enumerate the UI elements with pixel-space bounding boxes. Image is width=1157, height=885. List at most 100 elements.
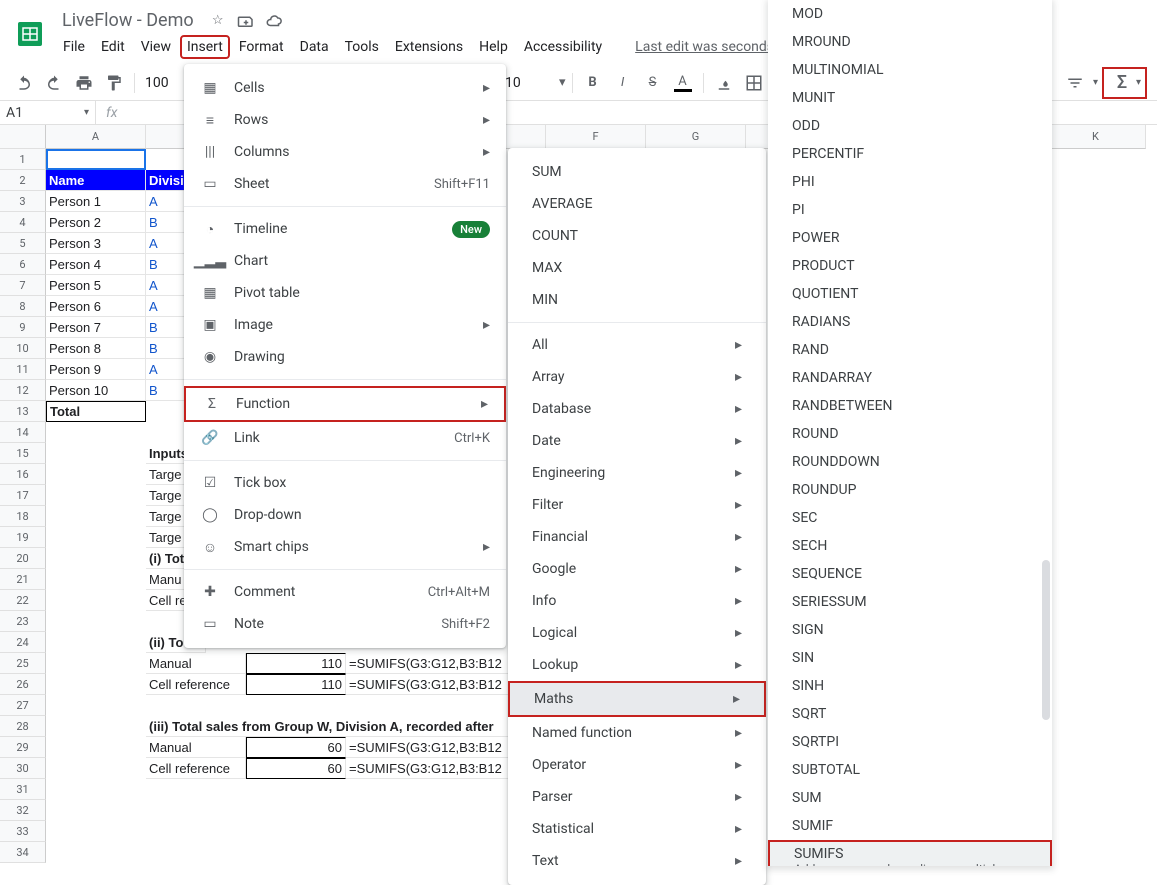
scrollbar-thumb[interactable]	[1042, 560, 1050, 720]
maths-fn-round[interactable]: ROUND	[768, 420, 1052, 448]
cell[interactable]: Person 5	[46, 275, 146, 296]
maths-fn-sqrt[interactable]: SQRT	[768, 700, 1052, 728]
row-header[interactable]: 12	[0, 380, 46, 401]
filter-button[interactable]	[1061, 69, 1089, 97]
fn-cat-date[interactable]: Date▸	[508, 425, 766, 457]
move-icon[interactable]	[236, 11, 256, 31]
fn-cat-financial[interactable]: Financial▸	[508, 521, 766, 553]
cell[interactable]: Cell reference	[146, 758, 246, 779]
insert-rows[interactable]: ≡Rows▸	[184, 104, 506, 136]
bold-button[interactable]: B	[579, 69, 607, 97]
row-header[interactable]: 28	[0, 716, 46, 737]
fn-count[interactable]: COUNT	[508, 220, 766, 252]
maths-fn-power[interactable]: POWER	[768, 224, 1052, 252]
row-header[interactable]: 15	[0, 443, 46, 464]
row-header[interactable]: 10	[0, 338, 46, 359]
maths-fn-rounddown[interactable]: ROUNDDOWN	[768, 448, 1052, 476]
maths-fn-sumif[interactable]: SUMIF	[768, 812, 1052, 840]
fn-cat-engineering[interactable]: Engineering▸	[508, 457, 766, 489]
row-header[interactable]: 20	[0, 548, 46, 569]
insert-tick-box[interactable]: ☑Tick box	[184, 467, 506, 499]
borders-button[interactable]	[740, 69, 768, 97]
row-header[interactable]: 5	[0, 233, 46, 254]
print-button[interactable]	[70, 69, 98, 97]
menu-insert[interactable]: Insert	[180, 35, 230, 59]
font-size-select[interactable]: 10	[501, 73, 557, 93]
maths-fn-sinh[interactable]: SINH	[768, 672, 1052, 700]
cell[interactable]: Manual	[146, 653, 246, 674]
last-edit-link[interactable]: Last edit was seconds	[635, 39, 774, 55]
cell[interactable]: Person 10	[46, 380, 146, 401]
cell[interactable]: A	[146, 296, 186, 317]
cell[interactable]: Manual	[146, 737, 246, 758]
fn-max[interactable]: MAX	[508, 252, 766, 284]
cell[interactable]: A	[146, 233, 186, 254]
cell[interactable]: B	[146, 212, 186, 233]
maths-fn-mround[interactable]: MROUND	[768, 28, 1052, 56]
menu-help[interactable]: Help	[472, 35, 515, 59]
insert-note[interactable]: ▭NoteShift+F2	[184, 608, 506, 640]
maths-fn-rand[interactable]: RAND	[768, 336, 1052, 364]
menu-extensions[interactable]: Extensions	[388, 35, 470, 59]
cloud-icon[interactable]	[264, 11, 284, 31]
sheets-logo[interactable]	[16, 16, 44, 52]
maths-fn-subtotal[interactable]: SUBTOTAL	[768, 756, 1052, 784]
cell[interactable]: Name	[46, 170, 146, 191]
insert-sheet[interactable]: ▭SheetShift+F11	[184, 168, 506, 200]
maths-fn-pi[interactable]: PI	[768, 196, 1052, 224]
row-header[interactable]: 13	[0, 401, 46, 422]
maths-fn-sech[interactable]: SECH	[768, 532, 1052, 560]
cell[interactable]: B	[146, 317, 186, 338]
cell[interactable]: (iii) Total sales from Group W, Division…	[146, 716, 546, 737]
fn-cat-maths[interactable]: Maths▸	[508, 681, 766, 717]
row-header[interactable]: 18	[0, 506, 46, 527]
insert-comment[interactable]: ✚CommentCtrl+Alt+M	[184, 576, 506, 608]
maths-fn-munit[interactable]: MUNIT	[768, 84, 1052, 112]
insert-chart[interactable]: ▁▂▃Chart	[184, 245, 506, 277]
row-header[interactable]: 7	[0, 275, 46, 296]
fn-sum[interactable]: SUM	[508, 156, 766, 188]
row-header[interactable]: 8	[0, 296, 46, 317]
maths-fn-sin[interactable]: SIN	[768, 644, 1052, 672]
fn-cat-database[interactable]: Database▸	[508, 393, 766, 425]
undo-button[interactable]	[10, 69, 38, 97]
maths-fn-sumifs[interactable]: SUMIFSAdds up a range depending on multi…	[768, 840, 1052, 866]
row-header[interactable]: 2	[0, 170, 46, 191]
menu-edit[interactable]: Edit	[94, 35, 132, 59]
col-header[interactable]: F	[546, 125, 646, 149]
maths-fn-sequence[interactable]: SEQUENCE	[768, 560, 1052, 588]
row-header[interactable]: 3	[0, 191, 46, 212]
row-header[interactable]: 34	[0, 842, 46, 863]
strikethrough-button[interactable]: S	[639, 69, 667, 97]
cell[interactable]: A	[146, 275, 186, 296]
row-header[interactable]: 32	[0, 800, 46, 821]
cell[interactable]: Person 7	[46, 317, 146, 338]
maths-fn-seriessum[interactable]: SERIESSUM	[768, 588, 1052, 616]
row-header[interactable]: 23	[0, 611, 46, 632]
row-header[interactable]: 33	[0, 821, 46, 842]
cell[interactable]: 110	[246, 674, 346, 695]
fn-cat-named-function[interactable]: Named function▸	[508, 717, 766, 749]
maths-fn-roundup[interactable]: ROUNDUP	[768, 476, 1052, 504]
maths-fn-quotient[interactable]: QUOTIENT	[768, 280, 1052, 308]
row-header[interactable]: 30	[0, 758, 46, 779]
menu-tools[interactable]: Tools	[338, 35, 386, 59]
redo-button[interactable]	[40, 69, 68, 97]
maths-fn-phi[interactable]: PHI	[768, 168, 1052, 196]
cell[interactable]: B	[146, 254, 186, 275]
maths-fn-sec[interactable]: SEC	[768, 504, 1052, 532]
row-header[interactable]: 29	[0, 737, 46, 758]
functions-button[interactable]: Σ	[1108, 69, 1136, 97]
insert-columns[interactable]: |||Columns▸	[184, 136, 506, 168]
paint-format-button[interactable]	[100, 69, 128, 97]
chevron-down-icon[interactable]: ▾	[1093, 77, 1098, 88]
chevron-down-icon[interactable]: ▾	[559, 75, 566, 90]
cell[interactable]: Cell reference	[146, 674, 246, 695]
fn-cat-google[interactable]: Google▸	[508, 553, 766, 585]
row-header[interactable]: 22	[0, 590, 46, 611]
cell[interactable]: A	[146, 191, 186, 212]
cell[interactable]: Person 6	[46, 296, 146, 317]
maths-fn-randarray[interactable]: RANDARRAY	[768, 364, 1052, 392]
row-header[interactable]: 1	[0, 149, 46, 170]
menu-view[interactable]: View	[134, 35, 178, 59]
